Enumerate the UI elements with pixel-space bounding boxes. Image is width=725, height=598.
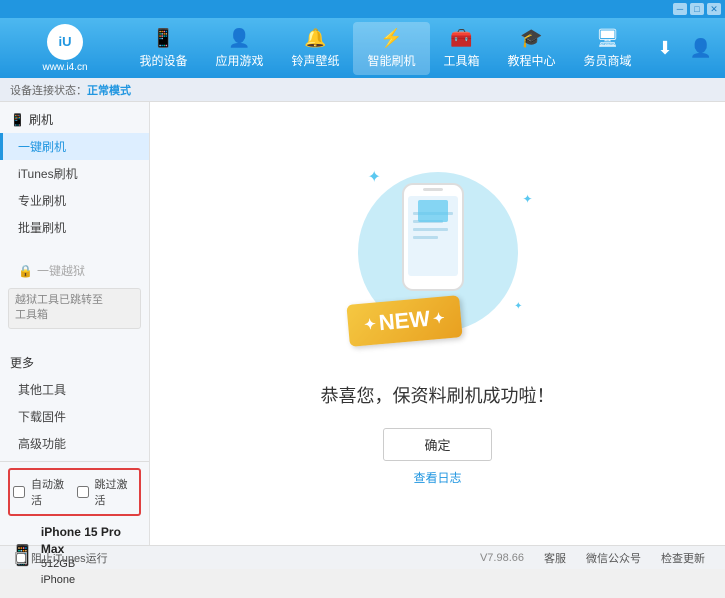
auto-activate-label: 自动激活 bbox=[31, 476, 73, 508]
breadcrumb-prefix: 设备连接状态： bbox=[10, 82, 87, 98]
download-button[interactable]: ⬇ bbox=[651, 34, 679, 62]
footer-center: V7.98.66 客服 微信公众号 检查更新 bbox=[160, 550, 715, 566]
main-layout: 📱 刷机 一键刷机 iTunes刷机 专业刷机 批量刷机 🔒 一键越狱 越狱工具… bbox=[0, 102, 725, 545]
view-log-link[interactable]: 查看日志 bbox=[413, 469, 461, 486]
content-area: ✦ NEW ✦ ✦ ✦ ✦ 恭喜您，保资料刷机成功啦！ 确定 查看日志 bbox=[150, 102, 725, 545]
device-icon: 📱 bbox=[152, 28, 174, 49]
app-header: iU www.i4.cn 📱 我的设备 👤 应用游戏 🔔 铃声壁纸 ⚡ 智能刷机… bbox=[0, 18, 725, 78]
nav-toolbox[interactable]: 🧰 工具箱 bbox=[430, 22, 494, 75]
skip-activation-checkbox[interactable] bbox=[77, 486, 89, 498]
sidebar-more-section: 更多 其他工具 下载固件 高级功能 bbox=[0, 345, 149, 461]
logo-subtitle: www.i4.cn bbox=[42, 62, 87, 73]
batch-flash-label: 批量刷机 bbox=[18, 219, 66, 236]
footer: 阻止iTunes运行 V7.98.66 客服 微信公众号 检查更新 bbox=[0, 545, 725, 569]
skip-activation-row: 跳过激活 bbox=[77, 473, 137, 511]
lock-icon: 🔒 bbox=[18, 264, 33, 278]
sidebar-jailbreak-header: 🔒 一键越狱 bbox=[0, 257, 149, 284]
nav-my-device-label: 我的设备 bbox=[139, 52, 187, 69]
one-key-flash-label: 一键刷机 bbox=[18, 138, 66, 155]
service-icon: 🖥 bbox=[596, 28, 619, 49]
phone-graphic bbox=[398, 182, 468, 305]
nav-service[interactable]: 🖥 务员商域 bbox=[570, 22, 646, 75]
other-tools-label: 其他工具 bbox=[18, 381, 66, 398]
flash-section-icon: 📱 bbox=[10, 113, 25, 127]
new-badge: ✦ NEW ✦ bbox=[346, 295, 462, 347]
nav-apps-label: 应用游戏 bbox=[215, 52, 263, 69]
sidebar-item-download-firmware[interactable]: 下载固件 bbox=[0, 403, 149, 430]
nav-tutorials-label: 教程中心 bbox=[508, 52, 556, 69]
sidebar-jailbreak-section: 🔒 一键越狱 越狱工具已跳转至工具箱 bbox=[0, 253, 149, 337]
flash-nav-icon: ⚡ bbox=[380, 28, 402, 49]
nav-bar: 📱 我的设备 👤 应用游戏 🔔 铃声壁纸 ⚡ 智能刷机 🧰 工具箱 🎓 教程中心… bbox=[120, 22, 651, 75]
sidebar-item-batch-flash[interactable]: 批量刷机 bbox=[0, 214, 149, 241]
nav-apps-games[interactable]: 👤 应用游戏 bbox=[201, 22, 277, 75]
sidebar-item-pro-flash[interactable]: 专业刷机 bbox=[0, 187, 149, 214]
auto-activate-checkbox[interactable] bbox=[13, 486, 25, 498]
app-version: V7.98.66 bbox=[480, 552, 524, 564]
toolbox-icon: 🧰 bbox=[450, 28, 472, 49]
minimize-button[interactable]: ─ bbox=[673, 3, 687, 15]
sidebar-flash-section: 📱 刷机 一键刷机 iTunes刷机 专业刷机 批量刷机 bbox=[0, 102, 149, 245]
close-button[interactable]: ✕ bbox=[707, 3, 721, 15]
sparkle-right-icon: ✦ bbox=[432, 309, 445, 327]
itunes-checkbox[interactable] bbox=[15, 552, 27, 564]
skip-activation-label: 跳过激活 bbox=[95, 476, 137, 508]
jailbreak-notice: 越狱工具已跳转至工具箱 bbox=[8, 288, 141, 329]
nav-ringtones-label: 铃声壁纸 bbox=[291, 52, 339, 69]
footer-customer-service[interactable]: 客服 bbox=[544, 550, 566, 566]
nav-smart-flash-label: 智能刷机 bbox=[367, 52, 415, 69]
sidebar-bottom: 自动激活 跳过激活 📱 iPhone 15 Pro Max 512GB iPho… bbox=[0, 461, 149, 598]
nav-service-label: 务员商域 bbox=[584, 52, 632, 69]
device-type: iPhone bbox=[41, 573, 139, 588]
download-firmware-label: 下载固件 bbox=[18, 408, 66, 425]
advanced-label: 高级功能 bbox=[18, 435, 66, 452]
sidebar: 📱 刷机 一键刷机 iTunes刷机 专业刷机 批量刷机 🔒 一键越狱 越狱工具… bbox=[0, 102, 150, 545]
sidebar-item-advanced[interactable]: 高级功能 bbox=[0, 430, 149, 457]
ringtones-icon: 🔔 bbox=[304, 28, 326, 49]
nav-toolbox-label: 工具箱 bbox=[444, 52, 480, 69]
nav-smart-flash[interactable]: ⚡ 智能刷机 bbox=[353, 22, 429, 75]
tutorials-icon: 🎓 bbox=[520, 28, 542, 49]
sidebar-item-one-key-flash[interactable]: 一键刷机 bbox=[0, 133, 149, 160]
maximize-button[interactable]: □ bbox=[690, 3, 704, 15]
pro-flash-label: 专业刷机 bbox=[18, 192, 66, 209]
breadcrumb: 设备连接状态： 正常模式 bbox=[0, 78, 725, 102]
apps-icon: 👤 bbox=[228, 28, 250, 49]
confirm-button[interactable]: 确定 bbox=[383, 428, 491, 461]
footer-left: 阻止iTunes运行 bbox=[10, 550, 160, 566]
nav-tutorials[interactable]: 🎓 教程中心 bbox=[494, 22, 570, 75]
sparkle-right-mid-icon: ✦ bbox=[514, 301, 522, 312]
sparkle-right-top-icon: ✦ bbox=[522, 192, 532, 206]
success-illustration: ✦ NEW ✦ ✦ ✦ ✦ bbox=[338, 162, 538, 362]
jailbreak-label: 一键越狱 bbox=[37, 262, 85, 279]
sparkle-left-icon: ✦ bbox=[363, 315, 376, 333]
block-itunes-label: 阻止iTunes运行 bbox=[31, 550, 108, 566]
sidebar-item-itunes-flash[interactable]: iTunes刷机 bbox=[0, 160, 149, 187]
activation-options-box: 自动激活 跳过激活 bbox=[8, 468, 141, 516]
sidebar-flash-header: 📱 刷机 bbox=[0, 106, 149, 133]
more-section-label: 更多 bbox=[10, 354, 34, 371]
account-button[interactable]: 👤 bbox=[687, 34, 715, 62]
sparkle-top-icon: ✦ bbox=[368, 167, 381, 187]
header-right: ⬇ 👤 bbox=[651, 34, 715, 62]
sidebar-more-header: 更多 bbox=[0, 349, 149, 376]
success-message: 恭喜您，保资料刷机成功啦！ bbox=[321, 382, 555, 408]
new-badge-text: NEW bbox=[377, 305, 430, 335]
footer-check-update[interactable]: 检查更新 bbox=[661, 550, 705, 566]
nav-ringtones[interactable]: 🔔 铃声壁纸 bbox=[277, 22, 353, 75]
nav-my-device[interactable]: 📱 我的设备 bbox=[125, 22, 201, 75]
logo-area: iU www.i4.cn bbox=[10, 24, 120, 73]
auto-activate-row: 自动激活 bbox=[13, 473, 73, 511]
logo-icon: iU bbox=[47, 24, 83, 60]
flash-section-label: 刷机 bbox=[29, 111, 53, 128]
sidebar-item-other-tools[interactable]: 其他工具 bbox=[0, 376, 149, 403]
itunes-flash-label: iTunes刷机 bbox=[18, 165, 78, 182]
footer-wechat[interactable]: 微信公众号 bbox=[586, 550, 641, 566]
breadcrumb-status: 正常模式 bbox=[87, 82, 131, 98]
block-itunes-checkbox[interactable] bbox=[16, 553, 26, 563]
